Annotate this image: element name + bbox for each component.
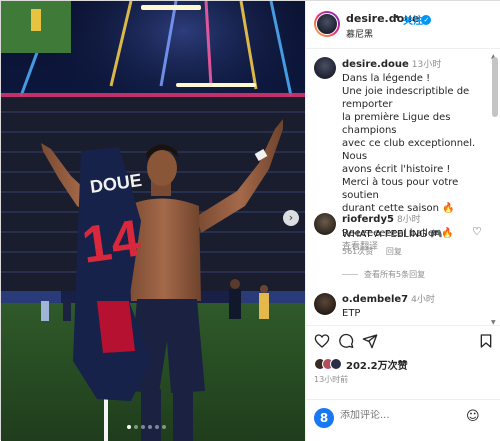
comment-likes-count[interactable]: 561次赞 xyxy=(342,247,373,256)
heart-icon[interactable] xyxy=(314,333,330,349)
caption-line: avec ce club exceptionnel. Nous xyxy=(342,138,476,162)
post-action-bar xyxy=(306,325,500,353)
caption-line: Dans la légende ! xyxy=(342,73,431,84)
caption-username[interactable]: desire.doue xyxy=(342,59,409,70)
caption-line: Une joie indescriptible de remporter xyxy=(342,86,470,110)
commenter-avatar[interactable] xyxy=(314,293,336,315)
jersey-number: 14 xyxy=(79,209,144,274)
post-timestamp: 13小时前 xyxy=(314,375,349,384)
carousel-dot xyxy=(162,425,166,429)
stadium-celebration-image: DOUE 14 xyxy=(1,1,305,441)
add-comment-bar: 8 ☺ xyxy=(306,399,500,435)
comment: o.dembele7 4小时 ETP xyxy=(342,293,472,320)
comment-reply-button[interactable]: 回复 xyxy=(386,247,402,256)
carousel-indicator xyxy=(127,425,166,429)
next-photo-button[interactable]: › xyxy=(283,210,299,226)
follow-button[interactable]: 关注 xyxy=(403,12,423,27)
comment-text: ETP xyxy=(342,308,361,319)
bookmark-icon[interactable] xyxy=(478,333,494,349)
instagram-post-modal: DOUE 14 › desire.doue✓ • 关注 慕尼黑 ▲ xyxy=(0,0,500,441)
comments-scrollbar-thumb[interactable] xyxy=(492,57,498,117)
caption-line: la première Ligue des champions xyxy=(342,112,451,136)
chevron-right-icon: › xyxy=(288,211,294,224)
carousel-dot xyxy=(127,425,131,429)
author-avatar[interactable] xyxy=(314,11,340,37)
comment-username[interactable]: o.dembele7 xyxy=(342,294,408,305)
comment-icon[interactable] xyxy=(338,333,354,349)
comment-actions: 561次赞 回复 xyxy=(342,246,412,257)
carousel-dot xyxy=(155,425,159,429)
likes-summary[interactable]: 202.2万次赞 xyxy=(314,356,408,372)
likes-count[interactable]: 202.2万次赞 xyxy=(346,357,408,372)
comment-time: 4小时 xyxy=(411,295,435,305)
caption-line: Merci à tous pour votre soutien xyxy=(342,177,459,201)
post-header: desire.doue ✓ • 关注 慕尼黑 xyxy=(306,1,500,49)
caption-avatar[interactable] xyxy=(314,57,336,79)
post-photo: DOUE 14 › xyxy=(1,1,305,441)
post-side-panel: desire.doue✓ • 关注 慕尼黑 ▲ ▼ desire.doue13小… xyxy=(305,1,500,441)
comment-text: Reeeeeeeeal baller 🔥 xyxy=(342,228,454,239)
header-separator: • xyxy=(394,12,400,23)
commenter-avatar[interactable] xyxy=(314,213,336,235)
post-location[interactable]: 慕尼黑 xyxy=(346,27,373,40)
carousel-dot xyxy=(141,425,145,429)
carousel-dot xyxy=(148,425,152,429)
comment-time: 8小时 xyxy=(396,215,421,225)
view-replies-link[interactable]: 查看所有5条回复 xyxy=(342,269,425,280)
current-user-avatar: 8 xyxy=(314,408,334,428)
liker-avatar xyxy=(330,358,342,370)
comment-username[interactable]: rioferdy5 xyxy=(342,214,394,225)
caption-line: avons écrit l'histoire ! xyxy=(342,164,451,175)
comment: rioferdy5 8小时 Reeeeeeeeal baller 🔥 xyxy=(342,213,472,240)
share-icon[interactable] xyxy=(362,333,378,349)
emoji-icon[interactable]: ☺ xyxy=(466,409,480,424)
carousel-dot xyxy=(134,425,138,429)
comment-input[interactable] xyxy=(340,410,450,421)
comment-like-heart-icon[interactable]: ♡ xyxy=(472,225,482,238)
caption-time: 13小时 xyxy=(411,60,442,70)
